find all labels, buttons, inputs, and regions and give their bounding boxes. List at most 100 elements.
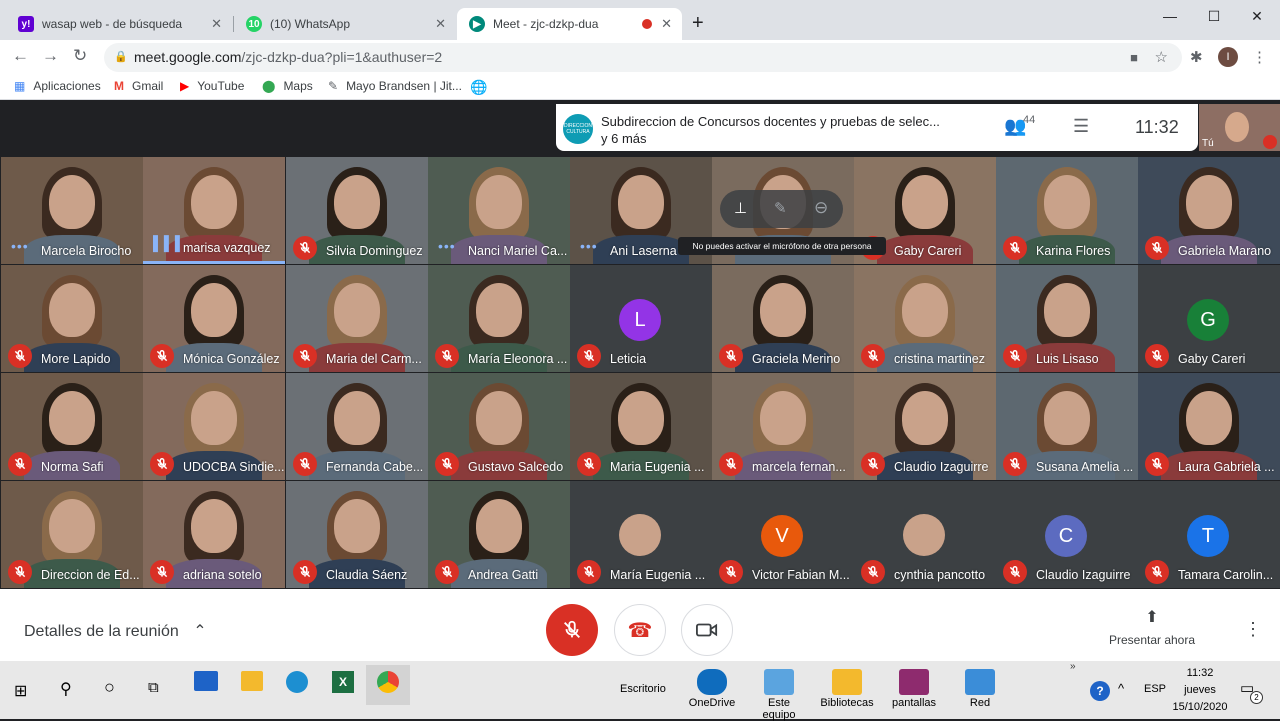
bookmark-maps[interactable]: ⬤ Maps <box>262 79 313 93</box>
participant-tile[interactable]: adriana sotelo <box>143 481 285 588</box>
remove-icon[interactable]: ⊖ <box>814 198 828 218</box>
chevron-up-icon[interactable]: ^ <box>1118 681 1124 696</box>
participant-video-face <box>618 175 664 229</box>
participant-name: Gustavo Salcedo <box>468 460 564 474</box>
extensions-icon[interactable]: ✱ <box>1190 48 1203 66</box>
hang-up-icon: ☎ <box>627 619 653 642</box>
globe-icon[interactable]: 🌐 <box>470 79 487 96</box>
participant-tile[interactable]: Claudia Sáenz <box>286 481 428 588</box>
leave-call-button[interactable]: ☎ <box>614 604 666 656</box>
taskbar-onedrive[interactable]: OneDrive <box>688 669 736 709</box>
url-field[interactable]: 🔒 meet.google.com/zjc-dzkp-dua?pli=1&aut… <box>104 43 1182 72</box>
bookmark-star-icon[interactable]: ☆ <box>1155 43 1168 72</box>
chrome-taskbar-button[interactable] <box>366 665 410 705</box>
participant-video-face <box>334 391 380 445</box>
search-icon[interactable]: ⚲ <box>60 679 72 699</box>
taskbar-desktop[interactable]: Escritorio <box>620 683 666 695</box>
participant-tile[interactable]: María Eleonora ... <box>428 265 570 372</box>
participant-tile[interactable]: Gustavo Salcedo <box>428 373 570 480</box>
mic-off-icon[interactable]: ✎ <box>774 199 787 217</box>
mail-icon[interactable] <box>194 671 218 691</box>
taskbar-network[interactable]: Red <box>960 669 1000 709</box>
bookmark-mayo-brandsen[interactable]: ✎ Mayo Brandsen | Jit... <box>328 79 462 93</box>
participant-tile[interactable]: Mónica González <box>143 265 285 372</box>
close-tab-icon[interactable]: ✕ <box>211 16 222 32</box>
participant-tile[interactable]: ▌▌▌ marisa vazquez <box>143 157 285 264</box>
participant-tile[interactable]: Gabriela Marano <box>1138 157 1280 264</box>
reload-button[interactable]: ↻ <box>73 46 87 66</box>
chat-icon[interactable]: ☰ <box>1073 116 1089 137</box>
help-icon[interactable]: ? <box>1090 681 1110 701</box>
participant-tile[interactable]: Andrea Gatti <box>428 481 570 588</box>
participant-tile[interactable]: Susana Amelia ... <box>996 373 1138 480</box>
close-tab-icon[interactable]: ✕ <box>435 16 446 32</box>
taskbar-this-pc[interactable]: Este equipo <box>750 669 808 721</box>
participant-tile[interactable]: Claudio Izaguirre <box>854 373 996 480</box>
task-view-icon[interactable]: ⧉ <box>148 679 159 696</box>
browser-menu-icon[interactable]: ⋮ <box>1252 48 1267 66</box>
muted-mic-icon <box>150 452 174 476</box>
participant-tile[interactable]: More Lapido <box>1 265 143 372</box>
participant-tile[interactable]: UDOCBA Sindie... <box>143 373 285 480</box>
participant-tile[interactable]: cynthia pancotto <box>854 481 996 588</box>
participant-name: Karina Flores <box>1036 244 1111 258</box>
participant-tile[interactable]: L Leticia <box>570 265 712 372</box>
camera-icon[interactable]: ■ <box>1130 43 1138 72</box>
participant-tile[interactable]: Maria Eugenia ... <box>570 373 712 480</box>
mic-toggle-button[interactable] <box>546 604 598 656</box>
participant-tile[interactable]: cristina martinez <box>854 265 996 372</box>
participant-tile[interactable]: C Claudio Izaguirre <box>996 481 1138 588</box>
tab-meet[interactable]: ▶ Meet - zjc-dzkp-dua ✕ <box>457 8 682 40</box>
meeting-title-more: y 6 más <box>601 131 647 146</box>
participant-tile[interactable]: T Tamara Carolin... <box>1138 481 1280 588</box>
pin-icon[interactable]: ⊥ <box>734 199 747 217</box>
participant-tile[interactable]: V Victor Fabian M... <box>712 481 854 588</box>
participant-tile[interactable]: G Gaby Careri <box>1138 265 1280 372</box>
language-indicator[interactable]: ESP <box>1144 683 1166 695</box>
close-window-button[interactable]: ✕ <box>1247 8 1267 25</box>
close-tab-icon[interactable]: ✕ <box>661 16 672 32</box>
bookmark-apps[interactable]: ▦ Aplicaciones <box>14 79 101 93</box>
taskbar-pantallas[interactable]: pantallas <box>890 669 938 709</box>
participant-tile[interactable]: Luis Lisaso <box>996 265 1138 372</box>
cortana-icon[interactable]: ○ <box>104 677 115 698</box>
new-tab-button[interactable]: + <box>692 12 704 35</box>
participant-tile[interactable]: ••• Nanci Mariel Ca... <box>428 157 570 264</box>
taskbar-clock[interactable]: 11:32 jueves 15/10/2020 <box>1168 665 1232 716</box>
participant-tile[interactable]: ••• Marcela Birocho <box>1 157 143 264</box>
participant-tile[interactable]: Maria del Carm... <box>286 265 428 372</box>
participant-tile[interactable]: Laura Gabriela ... <box>1138 373 1280 480</box>
file-explorer-icon[interactable] <box>241 671 263 691</box>
minimize-button[interactable]: — <box>1160 8 1180 24</box>
participant-tile[interactable]: María Eugenia ... <box>570 481 712 588</box>
tab-whatsapp[interactable]: 10 (10) WhatsApp ✕ <box>234 8 456 40</box>
profile-avatar[interactable]: I <box>1218 47 1238 67</box>
excel-icon[interactable]: X <box>332 671 354 693</box>
self-view[interactable]: Tú <box>1199 104 1280 151</box>
tray-expand-icon[interactable]: » <box>1070 661 1076 672</box>
participant-tile[interactable]: Fernanda Cabe... <box>286 373 428 480</box>
participant-tile[interactable]: Norma Safi <box>1 373 143 480</box>
maximize-button[interactable]: ☐ <box>1204 8 1224 25</box>
self-label: Tú <box>1202 138 1214 149</box>
participant-tile[interactable]: Silvia Dominguez <box>286 157 428 264</box>
meeting-details-button[interactable]: Detalles de la reunión ⌃ <box>24 621 207 641</box>
present-now-button[interactable]: ⬆ Presentar ahora <box>1100 607 1204 647</box>
back-button[interactable]: ← <box>12 46 29 66</box>
camera-toggle-button[interactable] <box>681 604 733 656</box>
edge-icon[interactable] <box>286 671 308 693</box>
participant-tile[interactable]: Graciela Merino <box>712 265 854 372</box>
presentation-info[interactable]: DIRECCION CULTURA Subdireccion de Concur… <box>556 104 981 151</box>
forward-button[interactable]: → <box>42 46 59 66</box>
participant-tile[interactable]: Direccion de Ed... <box>1 481 143 588</box>
tab-wasap-search[interactable]: y! wasap web - de búsqueda ✕ <box>6 8 232 40</box>
participant-tile[interactable]: Karina Flores <box>996 157 1138 264</box>
muted-mic-icon <box>1145 236 1169 260</box>
participant-name: Gaby Careri <box>1178 352 1246 366</box>
bookmark-youtube[interactable]: ▶ YouTube <box>180 79 244 93</box>
taskbar-libraries[interactable]: Bibliotecas <box>818 669 876 709</box>
participant-tile[interactable]: marcela fernan... <box>712 373 854 480</box>
bookmark-gmail[interactable]: M Gmail <box>114 79 163 93</box>
windows-start-icon[interactable]: ⊞ <box>14 681 27 701</box>
more-options-icon[interactable]: ⋮ <box>1244 619 1262 640</box>
